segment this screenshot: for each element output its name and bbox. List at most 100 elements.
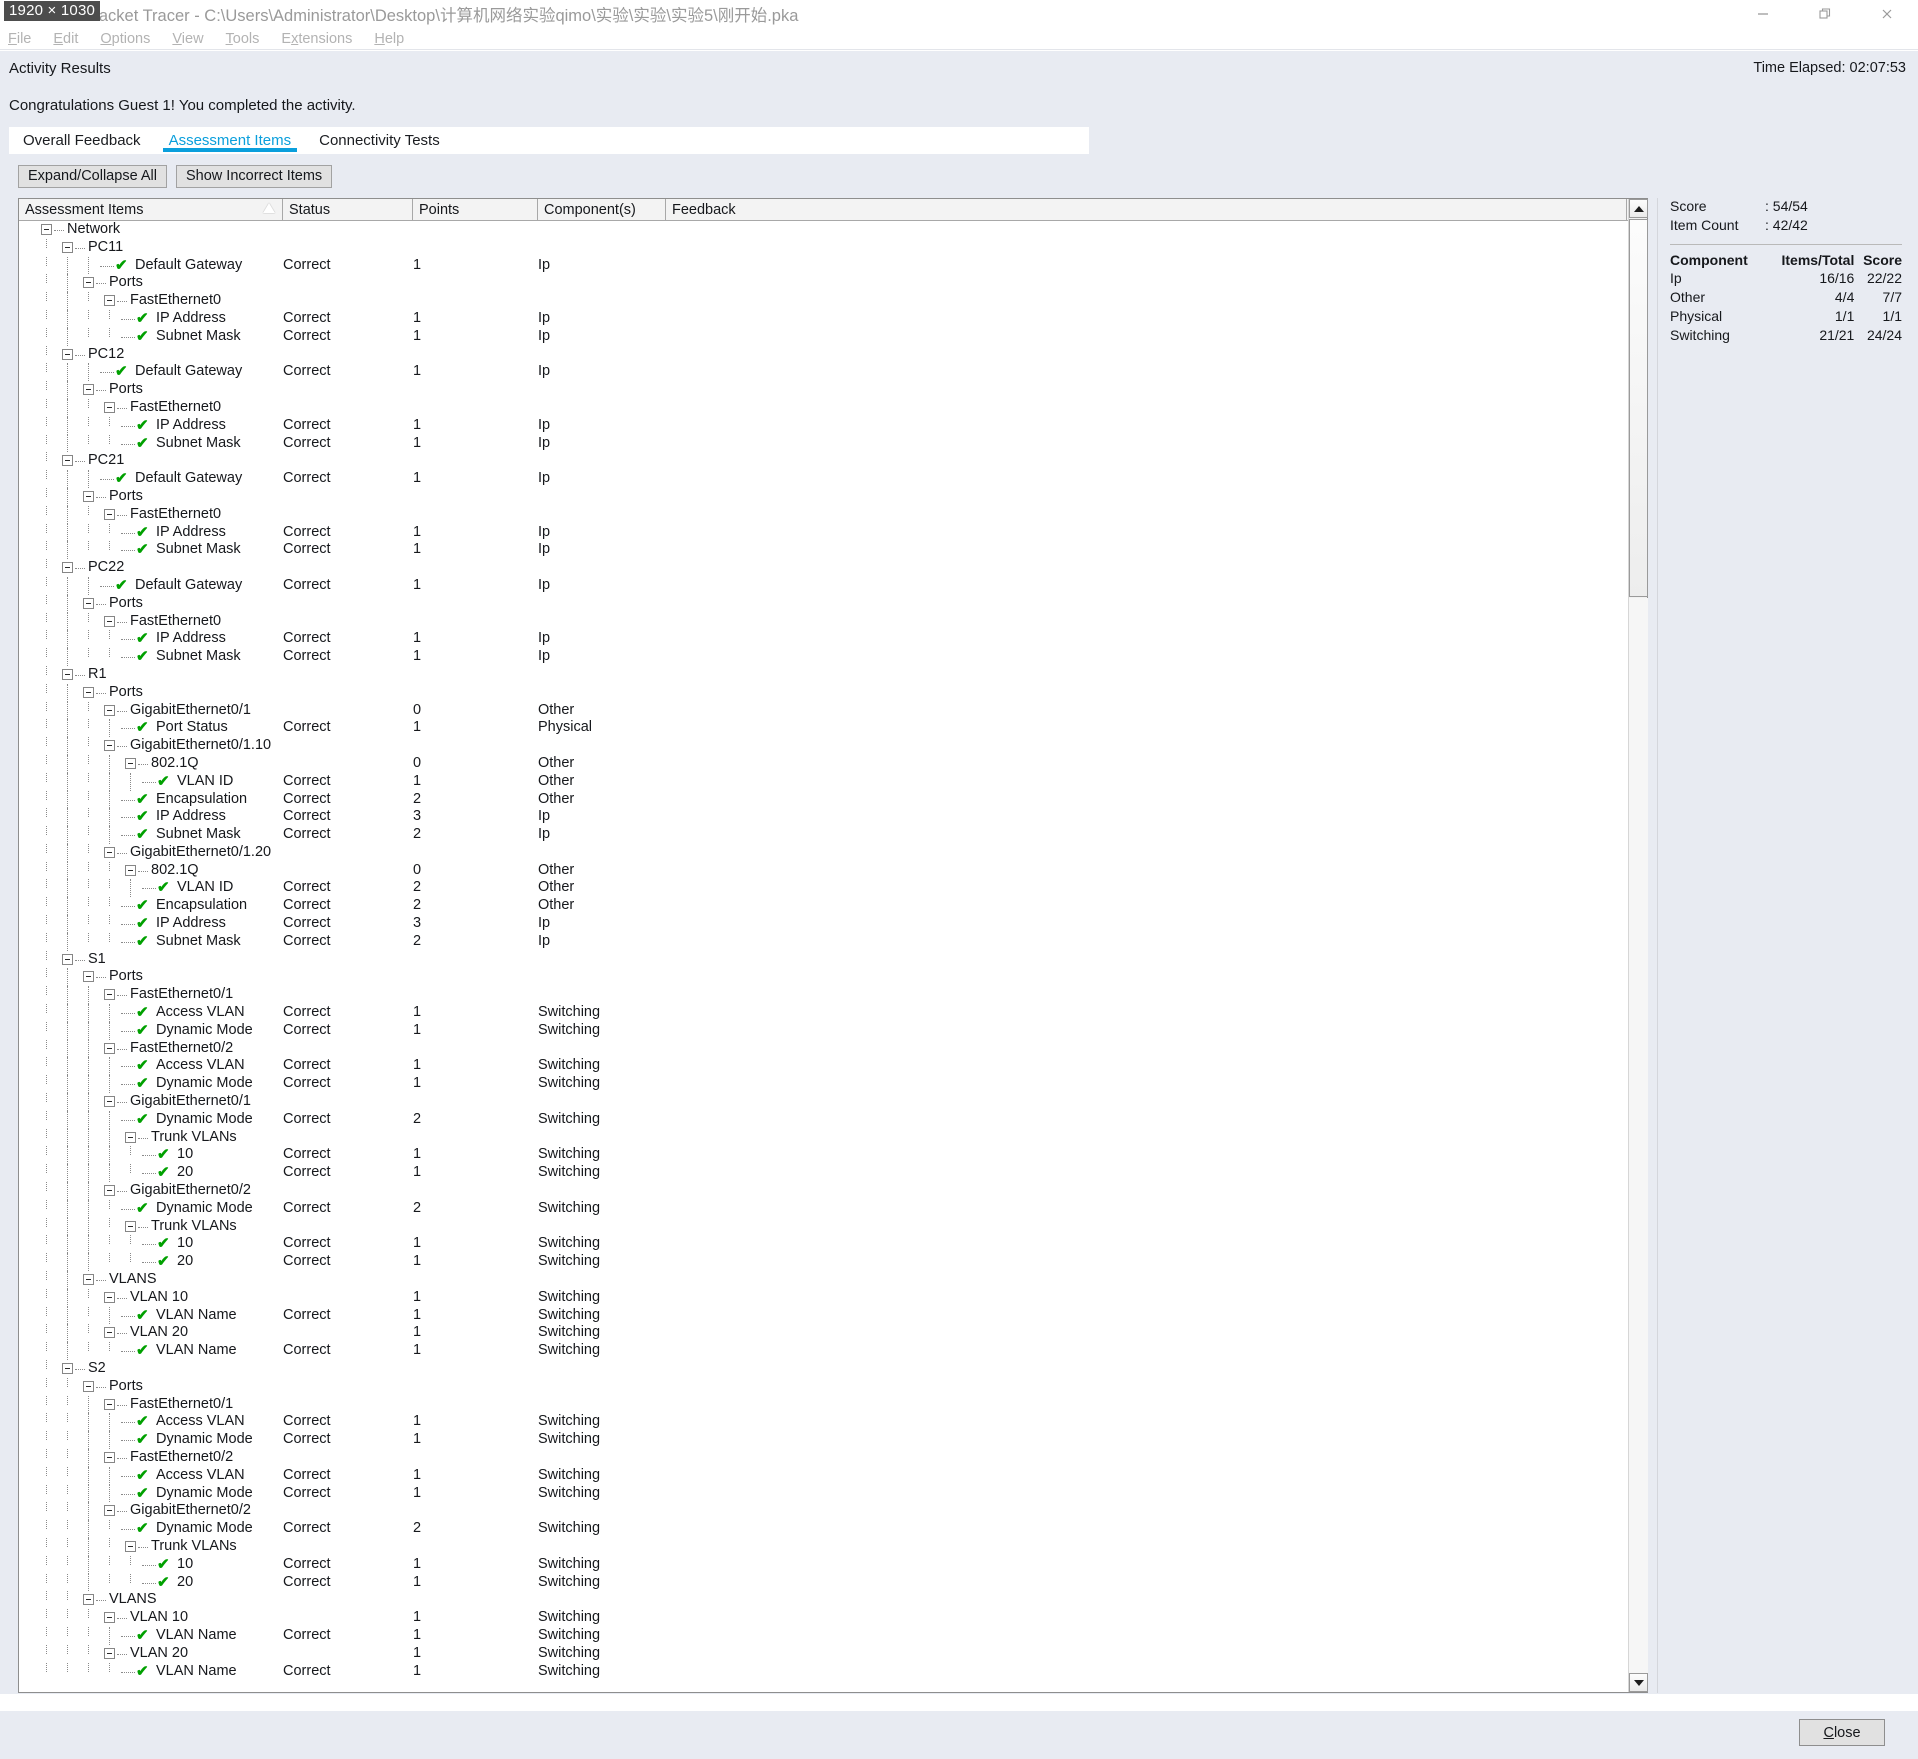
scroll-up-button[interactable] — [1629, 199, 1648, 218]
table-row[interactable]: Trunk VLANs — [19, 1217, 1628, 1236]
menu-item-file[interactable]: File — [8, 31, 31, 47]
tree-collapse-toggle[interactable] — [62, 348, 73, 360]
table-row[interactable]: VLAN 20 1 Switching — [19, 1324, 1628, 1343]
table-row[interactable]: 802.1Q 0 Other — [19, 754, 1628, 773]
tree-collapse-toggle[interactable] — [83, 384, 94, 396]
table-row[interactable]: 802.1Q 0 Other — [19, 861, 1628, 880]
table-row[interactable]: ✔ Default Gateway Correct 1 Ip — [19, 363, 1628, 382]
tree-collapse-toggle[interactable] — [125, 757, 136, 769]
table-row[interactable]: ✔ IP Address Correct 1 Ip — [19, 630, 1628, 649]
table-row[interactable]: ✔ 10 Correct 1 Switching — [19, 1555, 1628, 1574]
table-row[interactable]: VLAN 20 1 Switching — [19, 1644, 1628, 1663]
menu-item-tools[interactable]: Tools — [226, 31, 260, 47]
table-row[interactable]: ✔ Dynamic Mode Correct 1 Switching — [19, 1075, 1628, 1094]
tree-collapse-toggle[interactable] — [125, 1220, 136, 1232]
tree-collapse-toggle[interactable] — [41, 224, 52, 235]
table-row[interactable]: ✔ VLAN Name Correct 1 Switching — [19, 1626, 1628, 1645]
table-row[interactable]: Ports — [19, 487, 1628, 506]
tree-collapse-toggle[interactable] — [125, 1540, 136, 1552]
tree-collapse-toggle[interactable] — [83, 1594, 94, 1606]
show-incorrect-items-button[interactable]: Show Incorrect Items — [175, 165, 333, 188]
tree-collapse-toggle[interactable] — [83, 490, 94, 502]
table-row[interactable]: ✔ IP Address Correct 3 Ip — [19, 808, 1628, 827]
tree-collapse-toggle[interactable] — [83, 1274, 94, 1286]
table-row[interactable]: ✔ Dynamic Mode Correct 2 Switching — [19, 1520, 1628, 1538]
table-row[interactable]: GigabitEthernet0/1 — [19, 1093, 1628, 1111]
table-row[interactable]: S1 — [19, 950, 1628, 969]
tree-collapse-toggle[interactable] — [104, 704, 115, 716]
table-row[interactable]: ✔ IP Address Correct 3 Ip — [19, 915, 1628, 933]
table-row[interactable]: Ports — [19, 381, 1628, 399]
table-row[interactable]: ✔ Default Gateway Correct 1 Ip — [19, 256, 1628, 275]
column-header-component-s[interactable]: Component(s) — [538, 199, 666, 220]
table-row[interactable]: ✔ Access VLAN Correct 1 Switching — [19, 1466, 1628, 1485]
column-header-points[interactable]: Points — [413, 199, 538, 220]
table-row[interactable]: ✔ Subnet Mask Correct 1 Ip — [19, 327, 1628, 346]
table-row[interactable]: ✔ IP Address Correct 1 Ip — [19, 309, 1628, 328]
table-row[interactable]: ✔ 10 Correct 1 Switching — [19, 1146, 1628, 1165]
vertical-scrollbar[interactable] — [1628, 199, 1648, 1692]
table-row[interactable]: GigabitEthernet0/1.20 — [19, 843, 1628, 862]
table-row[interactable]: ✔ Subnet Mask Correct 2 Ip — [19, 932, 1628, 951]
tree-collapse-toggle[interactable] — [83, 1380, 94, 1392]
tree-collapse-toggle[interactable] — [62, 1363, 73, 1374]
table-row[interactable]: ✔ Dynamic Mode Correct 1 Switching — [19, 1431, 1628, 1449]
table-row[interactable]: S2 — [19, 1360, 1628, 1378]
table-row[interactable]: ✔ Dynamic Mode Correct 2 Switching — [19, 1199, 1628, 1218]
tree-collapse-toggle[interactable] — [104, 295, 115, 307]
tree-collapse-toggle[interactable] — [104, 1096, 115, 1108]
tree-collapse-toggle[interactable] — [62, 455, 73, 467]
tree-collapse-toggle[interactable] — [104, 1398, 115, 1410]
scrollbar-thumb[interactable] — [1629, 219, 1648, 597]
table-row[interactable]: Ports — [19, 1377, 1628, 1396]
tree-collapse-toggle[interactable] — [104, 1647, 115, 1659]
table-row[interactable]: GigabitEthernet0/1 0 Other — [19, 701, 1628, 720]
column-header-feedback[interactable]: Feedback — [666, 199, 1627, 220]
tab-overall-feedback[interactable]: Overall Feedback — [9, 127, 155, 154]
tree-collapse-toggle[interactable] — [104, 740, 115, 752]
tree-collapse-toggle[interactable] — [104, 401, 115, 413]
table-row[interactable]: ✔ Default Gateway Correct 1 Ip — [19, 576, 1628, 595]
tree-collapse-toggle[interactable] — [83, 597, 94, 609]
tree-collapse-toggle[interactable] — [125, 1131, 136, 1143]
table-row[interactable]: VLAN 10 1 Switching — [19, 1288, 1628, 1307]
table-row[interactable]: R1 — [19, 665, 1628, 684]
tree-collapse-toggle[interactable] — [104, 1612, 115, 1624]
table-row[interactable]: ✔ 20 Correct 1 Switching — [19, 1573, 1628, 1592]
table-row[interactable]: VLANS — [19, 1271, 1628, 1289]
table-row[interactable]: ✔ Encapsulation Correct 2 Other — [19, 897, 1628, 916]
close-button[interactable]: Close — [1799, 1719, 1885, 1746]
tree-collapse-toggle[interactable] — [83, 277, 94, 289]
menu-item-options[interactable]: Options — [100, 31, 150, 47]
close-window-button[interactable] — [1856, 0, 1918, 28]
tree-collapse-toggle[interactable] — [104, 615, 115, 627]
table-row[interactable]: FastEthernet0/1 — [19, 986, 1628, 1005]
table-row[interactable]: Ports — [19, 683, 1628, 702]
table-row[interactable]: ✔ VLAN Name Correct 1 Switching — [19, 1662, 1628, 1681]
table-row[interactable]: ✔ Access VLAN Correct 1 Switching — [19, 1004, 1628, 1022]
tab-assessment-items[interactable]: Assessment Items — [154, 127, 306, 154]
tree-collapse-toggle[interactable] — [104, 1505, 115, 1517]
tree-collapse-toggle[interactable] — [104, 1291, 115, 1303]
column-header-status[interactable]: Status — [283, 199, 413, 220]
minimize-button[interactable] — [1732, 0, 1794, 28]
table-row[interactable]: ✔ Dynamic Mode Correct 1 Switching — [19, 1021, 1628, 1040]
table-row[interactable]: FastEthernet0/2 — [19, 1039, 1628, 1058]
restore-button[interactable] — [1794, 0, 1856, 28]
table-row[interactable]: ✔ 10 Correct 1 Switching — [19, 1235, 1628, 1254]
tree-collapse-toggle[interactable] — [104, 1327, 115, 1339]
scrollbar-track[interactable] — [1629, 598, 1648, 1673]
tree-collapse-toggle[interactable] — [104, 989, 115, 1001]
table-row[interactable]: ✔ Default Gateway Correct 1 Ip — [19, 470, 1628, 488]
table-row[interactable]: GigabitEthernet0/2 — [19, 1502, 1628, 1521]
table-row[interactable]: VLANS — [19, 1591, 1628, 1609]
tree-collapse-toggle[interactable] — [83, 971, 94, 983]
table-row[interactable]: FastEthernet0 — [19, 398, 1628, 417]
table-row[interactable]: PC22 — [19, 559, 1628, 577]
table-row[interactable]: FastEthernet0/1 — [19, 1395, 1628, 1414]
tree-collapse-toggle[interactable] — [104, 508, 115, 520]
table-row[interactable]: ✔ Port Status Correct 1 Physical — [19, 719, 1628, 738]
column-header-assessment-items[interactable]: Assessment Items — [19, 199, 283, 220]
table-row[interactable]: ✔ VLAN ID Correct 2 Other — [19, 879, 1628, 898]
table-row[interactable]: FastEthernet0 — [19, 505, 1628, 524]
